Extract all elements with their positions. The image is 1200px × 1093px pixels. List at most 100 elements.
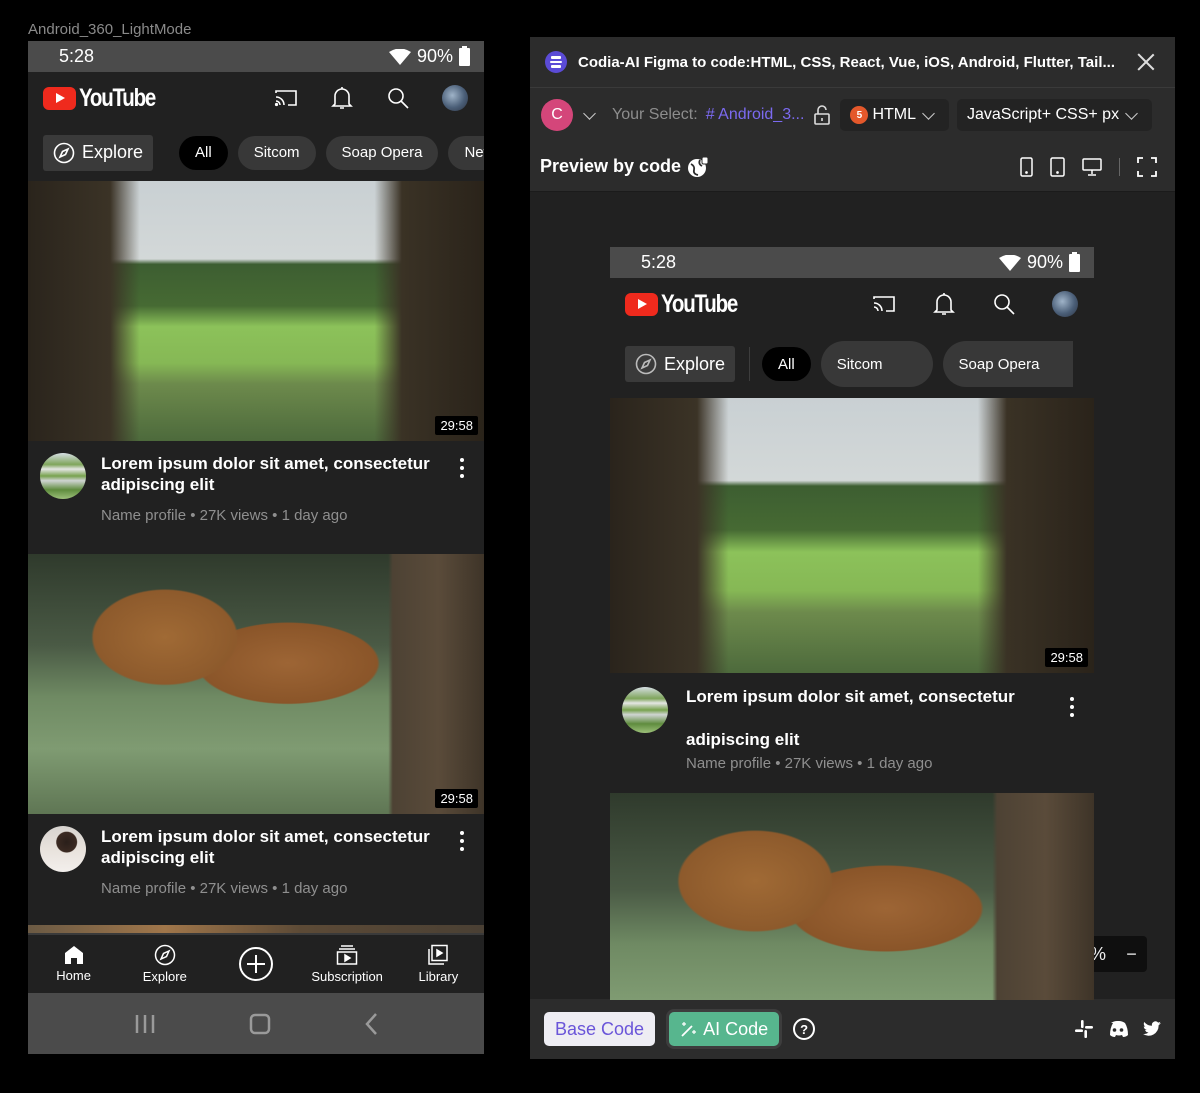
youtube-logo[interactable]: YouTube — [43, 84, 274, 113]
video-info: Lorem ipsum dolor sit amet, consectetur … — [28, 814, 484, 927]
chevron-down-icon[interactable] — [583, 106, 596, 120]
mobile-view-icon[interactable] — [1020, 156, 1033, 177]
unlock-icon[interactable] — [812, 105, 832, 125]
android-phone-frame: 5:28 90% YouTube Explore All Sitcom Soap… — [28, 41, 484, 1054]
subscriptions-icon — [336, 945, 358, 965]
nav-explore-label: Explore — [142, 969, 187, 984]
status-bar: 5:28 90% — [28, 41, 484, 72]
battery-percent: 90% — [1026, 252, 1063, 272]
cast-icon[interactable] — [872, 292, 896, 316]
nav-library[interactable]: Library — [398, 944, 478, 984]
zoom-out-button[interactable]: − — [1126, 944, 1137, 965]
discord-icon[interactable] — [1107, 1021, 1129, 1037]
ai-code-button[interactable]: AI Code — [669, 1012, 780, 1046]
youtube-wordmark: YouTube — [79, 83, 156, 112]
video-meta: Name profile • 27K views • 1 day ago — [101, 880, 348, 897]
battery-icon — [1069, 251, 1080, 272]
base-code-button[interactable]: Base Code — [544, 1012, 656, 1046]
video-duration: 29:58 — [435, 416, 478, 435]
globe-lock-icon[interactable] — [687, 156, 709, 178]
youtube-logo[interactable]: YouTube — [625, 290, 872, 319]
more-options-icon[interactable] — [1062, 675, 1082, 793]
style-dropdown[interactable]: JavaScript+ CSS+ px — [957, 99, 1153, 131]
cast-icon[interactable] — [274, 86, 298, 110]
nav-explore[interactable]: Explore — [125, 944, 205, 984]
desktop-view-icon[interactable] — [1082, 157, 1102, 176]
chip-divider — [749, 347, 751, 381]
category-chips: Explore All Sitcom Soap Opera — [610, 330, 1094, 398]
bottom-navigation: Home Explore Subscription Library — [28, 933, 484, 993]
nav-subscription[interactable]: Subscription — [307, 944, 387, 984]
nav-create[interactable] — [216, 946, 296, 982]
video-thumbnail[interactable]: 29:58 — [28, 554, 484, 814]
video-thumbnail[interactable]: 29:58 — [610, 398, 1094, 673]
video-title-line-1[interactable]: Lorem ipsum dolor sit amet, consectetur — [686, 675, 1062, 718]
video-info: Lorem ipsum dolor sit amet, consectetur … — [610, 673, 1094, 793]
help-icon[interactable]: ? — [793, 1018, 816, 1040]
chip-soap-opera[interactable]: Soap Opera — [942, 341, 1074, 387]
home-icon — [64, 946, 83, 964]
bell-icon[interactable] — [932, 292, 956, 316]
chip-sitcom[interactable]: Sitcom — [820, 341, 933, 387]
video-thumbnail[interactable] — [610, 793, 1094, 1000]
battery-icon — [459, 45, 470, 66]
category-chips: Explore All Sitcom Soap Opera News — [28, 124, 484, 181]
explore-label: Explore — [664, 353, 726, 374]
nav-home[interactable]: Home — [34, 945, 114, 983]
nav-subscription-label: Subscription — [311, 969, 383, 984]
channel-avatar[interactable] — [622, 687, 668, 733]
close-icon[interactable] — [1137, 53, 1155, 71]
video-meta: Name profile • 27K views • 1 day ago — [101, 507, 348, 524]
compass-icon — [154, 944, 176, 966]
channel-avatar[interactable] — [40, 826, 86, 872]
preview-phone-frame: 5:28 90% YouTube Explore All Sitcom Soap… — [610, 247, 1094, 1000]
system-navigation-bar — [28, 993, 484, 1054]
wifi-icon — [998, 254, 1021, 271]
video-title[interactable]: Lorem ipsum dolor sit amet, consectetur … — [101, 826, 452, 868]
chip-news[interactable]: News — [448, 135, 484, 170]
chip-sitcom[interactable]: Sitcom — [237, 135, 316, 170]
profile-avatar[interactable] — [1052, 291, 1078, 317]
explore-label: Explore — [82, 142, 144, 162]
selected-frame[interactable]: # Android_3... — [706, 106, 805, 124]
status-time: 5:28 — [641, 252, 677, 272]
status-time: 5:28 — [59, 46, 95, 66]
preview-title: Preview by code — [540, 156, 682, 176]
profile-avatar[interactable] — [442, 85, 468, 111]
battery-percent: 90% — [416, 46, 453, 66]
video-thumbnail[interactable]: 29:58 — [28, 181, 484, 441]
framework-value: HTML — [872, 106, 916, 123]
search-icon[interactable] — [992, 292, 1016, 316]
app-bar: YouTube — [28, 72, 484, 124]
compass-icon — [53, 142, 75, 163]
slack-icon[interactable] — [1075, 1020, 1093, 1038]
channel-avatar[interactable] — [40, 453, 86, 499]
user-avatar[interactable]: C — [541, 99, 573, 131]
explore-chip[interactable]: Explore — [43, 134, 154, 171]
style-value: JavaScript+ CSS+ px — [967, 106, 1120, 123]
chip-all[interactable]: All — [179, 135, 228, 170]
magic-wand-icon — [681, 1022, 697, 1037]
explore-chip[interactable]: Explore — [625, 346, 736, 382]
more-options-icon[interactable] — [452, 826, 472, 927]
back-icon[interactable] — [364, 1012, 378, 1036]
compass-icon — [635, 353, 657, 375]
plugin-footer: Base Code AI Code ? — [530, 999, 1175, 1059]
tablet-view-icon[interactable] — [1050, 156, 1065, 177]
chip-all[interactable]: All — [762, 347, 811, 381]
twitter-icon[interactable] — [1143, 1021, 1161, 1037]
fullscreen-icon[interactable] — [1137, 156, 1157, 177]
video-duration: 29:58 — [1045, 648, 1088, 667]
framework-dropdown[interactable]: 5 HTML — [840, 99, 949, 131]
more-options-icon[interactable] — [452, 453, 472, 554]
plugin-toolbar: C Your Select: # Android_3... 5 HTML Jav… — [530, 88, 1175, 142]
chevron-down-icon — [1125, 106, 1138, 120]
chevron-down-icon — [922, 106, 935, 120]
bell-icon[interactable] — [330, 86, 354, 110]
search-icon[interactable] — [386, 86, 410, 110]
chip-soap-opera[interactable]: Soap Opera — [325, 135, 439, 170]
video-title[interactable]: Lorem ipsum dolor sit amet, consectetur … — [101, 453, 452, 495]
wifi-icon — [388, 48, 411, 65]
recent-apps-icon[interactable] — [134, 1014, 156, 1034]
home-button-icon[interactable] — [249, 1013, 271, 1035]
